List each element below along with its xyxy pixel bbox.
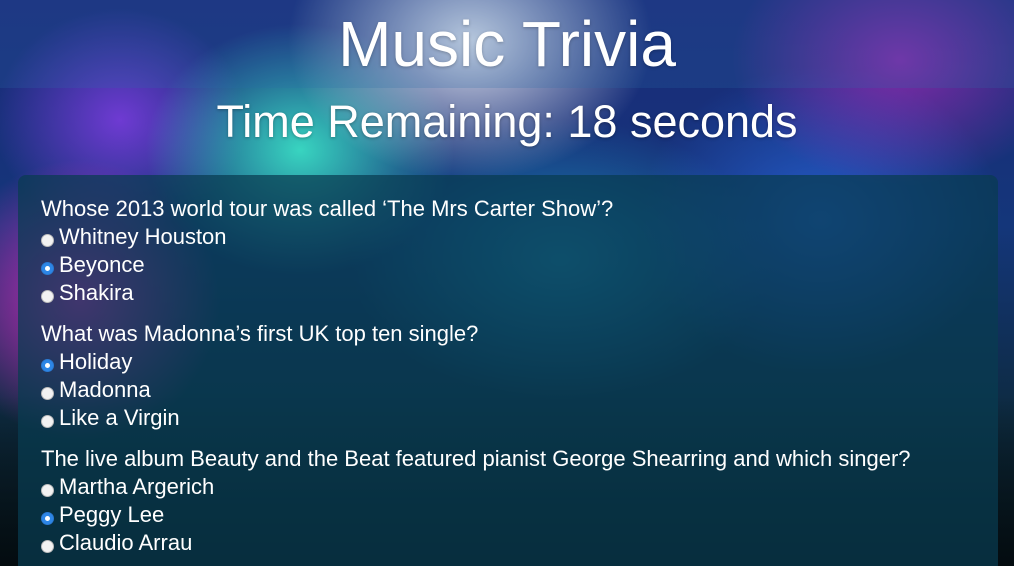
choice-label: Claudio Arrau [59, 530, 193, 555]
choice-shakira[interactable]: Shakira [41, 279, 998, 307]
choice-claudio-arrau[interactable]: Claudio Arrau [41, 529, 998, 557]
radio-button[interactable] [41, 261, 54, 275]
choice-label: Whitney Houston [59, 224, 227, 249]
choice-beyonce[interactable]: Beyonce [41, 251, 998, 279]
choice-label: Holiday [59, 349, 133, 374]
choice-madonna[interactable]: Madonna [41, 376, 998, 404]
choice-label: Madonna [59, 377, 151, 402]
radio-button[interactable] [41, 358, 54, 372]
choice-label: Peggy Lee [59, 502, 165, 527]
choice-label: Beyonce [59, 252, 145, 277]
choice-martha-argerich[interactable]: Martha Argerich [41, 473, 998, 501]
choice-like-a-virgin[interactable]: Like a Virgin [41, 404, 998, 432]
question-text: The live album Beauty and the Beat featu… [41, 446, 911, 471]
radio-button[interactable] [41, 511, 54, 525]
radio-button[interactable] [41, 414, 54, 428]
radio-button[interactable] [41, 483, 54, 497]
choice-whitney-houston[interactable]: Whitney Houston [41, 223, 998, 251]
question-3: The live album Beauty and the Beat featu… [41, 445, 998, 557]
choice-holiday[interactable]: Holiday [41, 348, 998, 376]
choice-peggy-lee[interactable]: Peggy Lee [41, 501, 998, 529]
choice-label: Like a Virgin [59, 405, 180, 430]
choice-label: Martha Argerich [59, 474, 215, 499]
radio-button[interactable] [41, 233, 54, 247]
question-text: What was Madonna’s first UK top ten sing… [41, 321, 479, 346]
question-2: What was Madonna’s first UK top ten sing… [41, 320, 998, 432]
radio-button[interactable] [41, 539, 54, 553]
question-text: Whose 2013 world tour was called ‘The Mr… [41, 196, 614, 221]
page-title: Music Trivia [338, 8, 676, 80]
timer-display: Time Remaining: 18 seconds [216, 96, 798, 147]
trivia-page: Music Trivia Time Remaining: 18 seconds … [0, 0, 1014, 566]
radio-button[interactable] [41, 289, 54, 303]
question-1: Whose 2013 world tour was called ‘The Mr… [41, 195, 998, 307]
quiz-panel: Whose 2013 world tour was called ‘The Mr… [18, 175, 998, 566]
radio-button[interactable] [41, 386, 54, 400]
choice-label: Shakira [59, 280, 134, 305]
